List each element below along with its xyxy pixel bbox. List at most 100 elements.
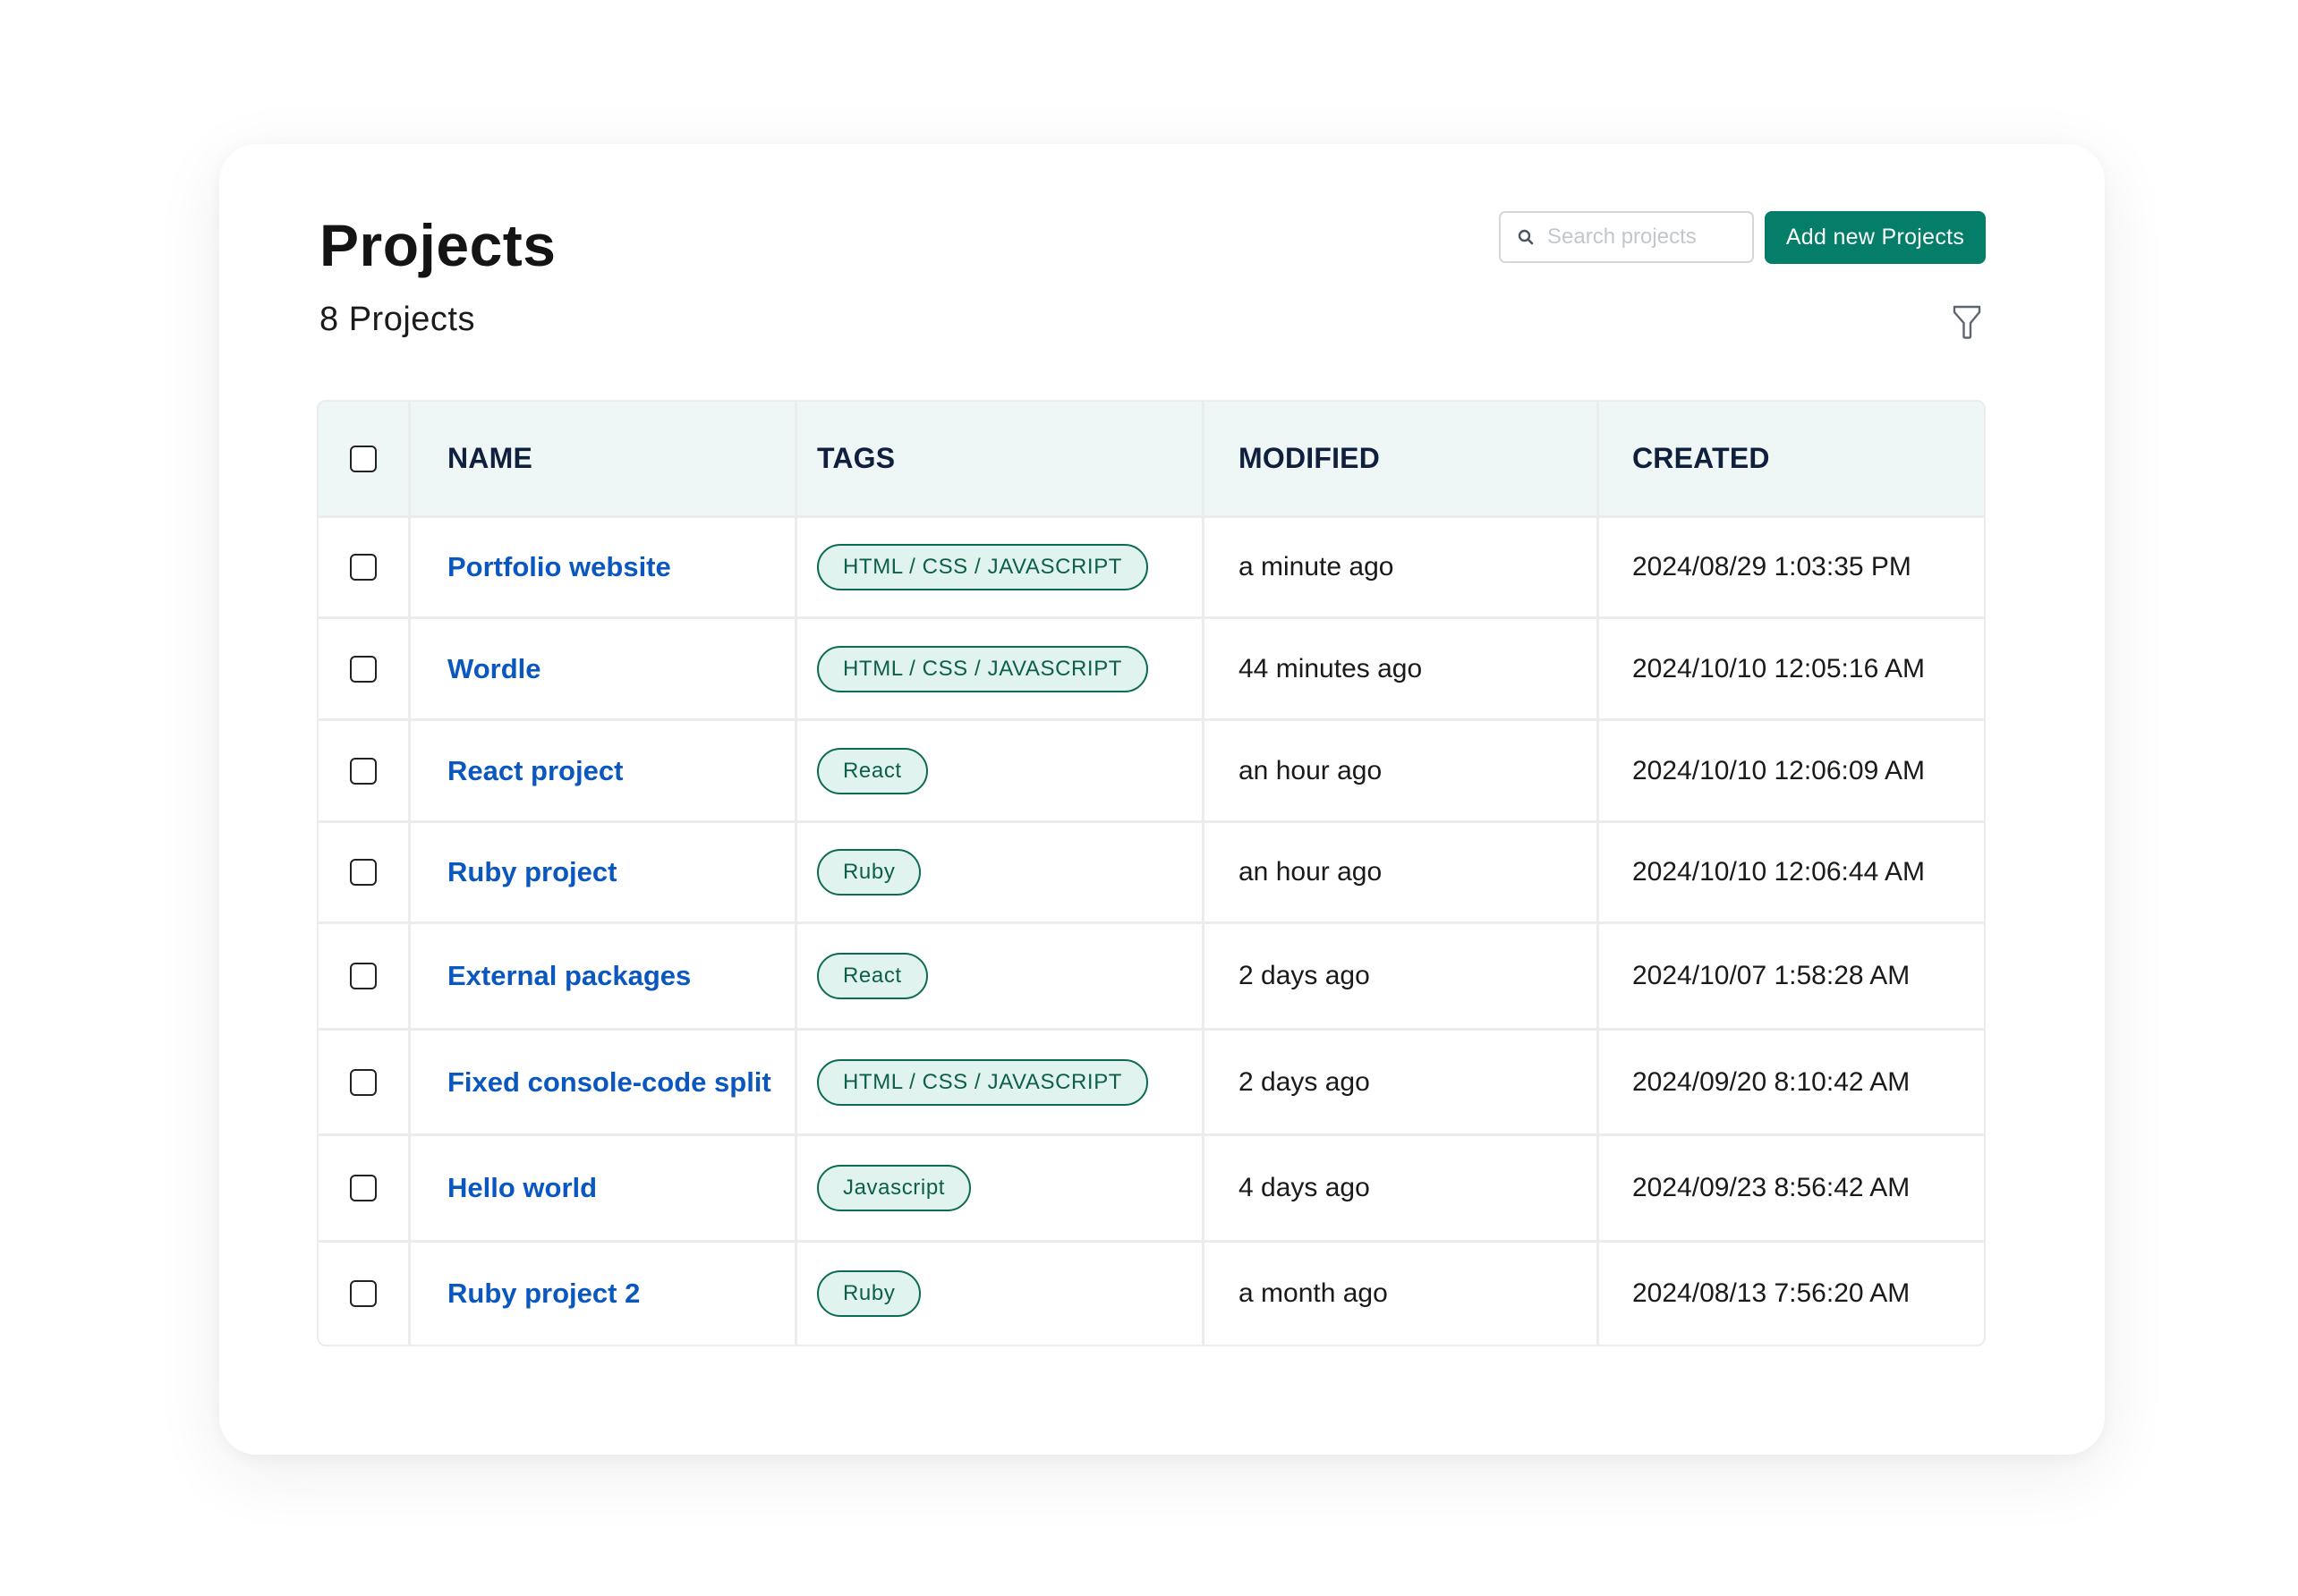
tag-badge[interactable]: Javascript <box>817 1165 972 1211</box>
row-checkbox[interactable] <box>350 554 377 581</box>
modified-cell: 44 minutes ago <box>1202 619 1596 718</box>
filter-icon[interactable] <box>1951 304 1983 340</box>
project-tags-cell: Javascript <box>795 1136 1202 1240</box>
created-text: 2024/10/07 1:58:28 AM <box>1632 961 1911 990</box>
project-name-link[interactable]: External packages <box>447 960 691 992</box>
row-checkbox[interactable] <box>350 859 377 886</box>
add-project-button[interactable]: Add new Projects <box>1765 211 1986 264</box>
project-name-cell: Portfolio website <box>408 518 795 616</box>
modified-cell: 2 days ago <box>1202 924 1596 1028</box>
project-tags-cell: HTML / CSS / JAVASCRIPT <box>795 1031 1202 1133</box>
project-name-cell: Ruby project 2 <box>408 1243 795 1345</box>
project-tags-cell: HTML / CSS / JAVASCRIPT <box>795 619 1202 718</box>
project-name-link[interactable]: React project <box>447 755 623 787</box>
modified-text: 4 days ago <box>1238 1173 1370 1202</box>
column-header-modified[interactable]: MODIFIED <box>1202 402 1596 515</box>
row-checkbox[interactable] <box>350 1280 377 1307</box>
project-tags-cell: Ruby <box>795 1243 1202 1345</box>
row-checkbox[interactable] <box>350 1175 377 1201</box>
modified-text: a month ago <box>1238 1278 1388 1308</box>
modified-cell: a month ago <box>1202 1243 1596 1345</box>
row-select-cell <box>319 924 408 1028</box>
modified-text: a minute ago <box>1238 552 1394 582</box>
project-tags-cell: React <box>795 924 1202 1028</box>
tag-badge[interactable]: HTML / CSS / JAVASCRIPT <box>817 645 1149 692</box>
modified-text: 44 minutes ago <box>1238 653 1423 683</box>
created-text: 2024/10/10 12:06:09 AM <box>1632 755 1925 785</box>
page-title: Projects <box>319 212 557 278</box>
table-row: Ruby project Ruby an hour ago 2024/10/10… <box>319 820 1984 921</box>
created-cell: 2024/10/10 12:06:44 AM <box>1596 823 1984 921</box>
tag-badge[interactable]: HTML / CSS / JAVASCRIPT <box>817 544 1149 590</box>
row-select-cell <box>319 1136 408 1240</box>
project-name-link[interactable]: Hello world <box>447 1172 597 1204</box>
modified-cell: 2 days ago <box>1202 1031 1596 1133</box>
project-name-link[interactable]: Ruby project <box>447 856 617 888</box>
project-count: 8 Projects <box>319 301 475 338</box>
created-text: 2024/08/13 7:56:20 AM <box>1632 1278 1911 1308</box>
column-header-created[interactable]: CREATED <box>1596 402 1984 515</box>
created-cell: 2024/09/20 8:10:42 AM <box>1596 1031 1984 1133</box>
tag-badge[interactable]: React <box>817 747 928 794</box>
created-text: 2024/09/23 8:56:42 AM <box>1632 1173 1911 1202</box>
modified-text: an hour ago <box>1238 755 1383 785</box>
column-header-label: MODIFIED <box>1238 442 1381 474</box>
modified-cell: an hour ago <box>1202 823 1596 921</box>
created-cell: 2024/08/29 1:03:35 PM <box>1596 518 1984 616</box>
select-all-cell <box>319 402 408 515</box>
table-row: Wordle HTML / CSS / JAVASCRIPT 44 minute… <box>319 616 1984 718</box>
project-name-cell: React project <box>408 721 795 820</box>
table-row: Fixed console-code split HTML / CSS / JA… <box>319 1028 1984 1133</box>
tag-badge[interactable]: React <box>817 953 928 999</box>
row-checkbox[interactable] <box>350 655 377 683</box>
project-name-link[interactable]: Ruby project 2 <box>447 1278 640 1310</box>
column-header-name[interactable]: NAME <box>408 402 795 515</box>
search-box[interactable] <box>1499 211 1754 263</box>
row-checkbox[interactable] <box>350 1068 377 1096</box>
project-name-link[interactable]: Portfolio website <box>447 551 671 583</box>
modified-cell: a minute ago <box>1202 518 1596 616</box>
column-header-label: TAGS <box>817 442 896 474</box>
column-header-label: NAME <box>447 442 533 474</box>
created-text: 2024/10/10 12:05:16 AM <box>1632 653 1925 683</box>
select-all-checkbox[interactable] <box>350 445 377 472</box>
projects-table: NAME TAGS MODIFIED CREATED Portfolio web… <box>317 400 1986 1346</box>
created-cell: 2024/10/10 12:06:09 AM <box>1596 721 1984 820</box>
modified-cell: an hour ago <box>1202 721 1596 820</box>
created-cell: 2024/10/10 12:05:16 AM <box>1596 619 1984 718</box>
modified-text: 2 days ago <box>1238 1066 1370 1097</box>
row-select-cell <box>319 1031 408 1133</box>
tag-badge[interactable]: Ruby <box>817 849 922 896</box>
table-row: Portfolio website HTML / CSS / JAVASCRIP… <box>319 515 1984 616</box>
created-text: 2024/09/20 8:10:42 AM <box>1632 1066 1911 1097</box>
created-text: 2024/10/10 12:06:44 AM <box>1632 857 1925 887</box>
created-text: 2024/08/29 1:03:35 PM <box>1632 552 1911 582</box>
modified-text: an hour ago <box>1238 857 1383 887</box>
column-header-label: CREATED <box>1632 442 1770 474</box>
row-select-cell <box>319 619 408 718</box>
project-name-link[interactable]: Fixed console-code split <box>447 1066 771 1099</box>
row-checkbox[interactable] <box>350 757 377 785</box>
row-checkbox[interactable] <box>350 963 377 989</box>
created-cell: 2024/08/13 7:56:20 AM <box>1596 1243 1984 1345</box>
project-tags-cell: Ruby <box>795 823 1202 921</box>
project-name-cell: Fixed console-code split <box>408 1031 795 1133</box>
tag-badge[interactable]: HTML / CSS / JAVASCRIPT <box>817 1058 1149 1106</box>
search-icon <box>1518 229 1534 245</box>
row-select-cell <box>319 1243 408 1345</box>
table-row: Ruby project 2 Ruby a month ago 2024/08/… <box>319 1240 1984 1345</box>
column-header-tags[interactable]: TAGS <box>795 402 1202 515</box>
row-select-cell <box>319 823 408 921</box>
table-header-row: NAME TAGS MODIFIED CREATED <box>319 402 1984 515</box>
tag-badge[interactable]: Ruby <box>817 1270 922 1317</box>
project-name-cell: Hello world <box>408 1136 795 1240</box>
table-row: React project React an hour ago 2024/10/… <box>319 718 1984 820</box>
table-row: Hello world Javascript 4 days ago 2024/0… <box>319 1133 1984 1240</box>
project-tags-cell: HTML / CSS / JAVASCRIPT <box>795 518 1202 616</box>
modified-cell: 4 days ago <box>1202 1136 1596 1240</box>
project-name-link[interactable]: Wordle <box>447 653 541 685</box>
search-input[interactable] <box>1547 225 1744 250</box>
project-tags-cell: React <box>795 721 1202 820</box>
project-name-cell: Ruby project <box>408 823 795 921</box>
created-cell: 2024/09/23 8:56:42 AM <box>1596 1136 1984 1240</box>
